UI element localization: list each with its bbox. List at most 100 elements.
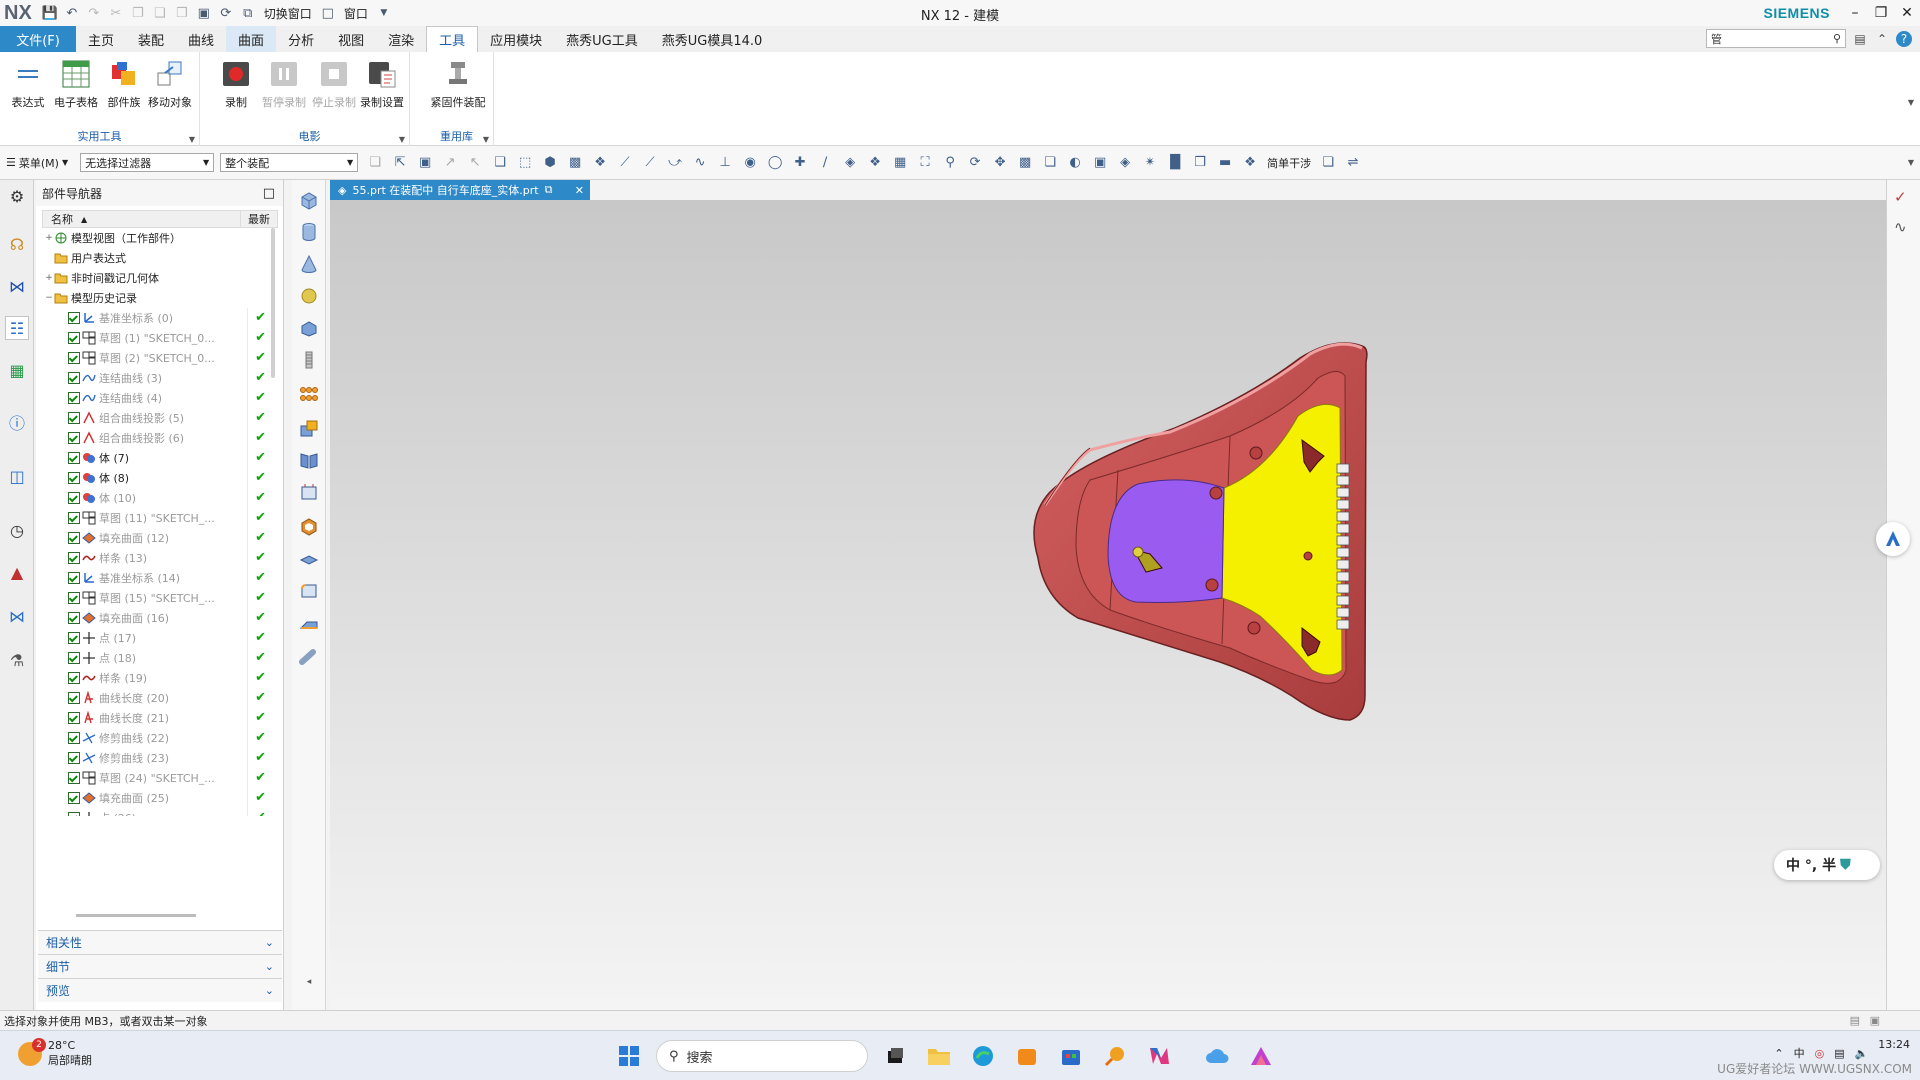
- fastener-assembly-button[interactable]: 紧固件装配: [428, 58, 488, 110]
- snap-end-icon[interactable]: ⊥: [714, 152, 736, 174]
- volume-icon[interactable]: 🔈: [1855, 1047, 1869, 1060]
- tree-node[interactable]: 组合曲线投影 (6) ✔: [42, 428, 278, 448]
- display-mode-icon[interactable]: ▣: [194, 3, 214, 23]
- ime-shirt-icon[interactable]: ⛊: [1840, 857, 1851, 873]
- hd3d-tools-icon[interactable]: ⓘ: [5, 410, 29, 434]
- visibility-checkbox[interactable]: [68, 312, 80, 324]
- ribbon-expand-icon[interactable]: ▼: [1908, 98, 1914, 107]
- wcs-icon[interactable]: ✴: [1139, 152, 1161, 174]
- pattern-feature-icon[interactable]: [297, 382, 321, 406]
- selection-scope-select[interactable]: 整个装配 ▼: [220, 153, 359, 172]
- sequence-icon[interactable]: ⇌: [1342, 152, 1364, 174]
- snap-circle-icon[interactable]: ◯: [764, 152, 786, 174]
- visibility-checkbox[interactable]: [68, 712, 80, 724]
- edge-icon[interactable]: ⟋: [639, 152, 661, 174]
- tree-node[interactable]: 曲线长度 (20) ✔: [42, 688, 278, 708]
- microsoft-store-icon[interactable]: [1056, 1041, 1086, 1071]
- tree-node[interactable]: 修剪曲线 (22) ✔: [42, 728, 278, 748]
- visibility-checkbox[interactable]: [68, 772, 80, 784]
- interference-icon[interactable]: ❖: [1239, 152, 1261, 174]
- mirror-icon[interactable]: [297, 448, 321, 472]
- ime-tray-icon[interactable]: 中: [1794, 1045, 1805, 1061]
- tree-node[interactable]: 填充曲面 (12) ✔: [42, 528, 278, 548]
- snap-grid-icon[interactable]: ❖: [589, 152, 611, 174]
- tree-node[interactable]: 体 (10) ✔: [42, 488, 278, 508]
- visibility-checkbox[interactable]: [68, 372, 80, 384]
- undock-icon[interactable]: ⧉: [545, 183, 553, 197]
- visibility-checkbox[interactable]: [68, 352, 80, 364]
- curve-icon[interactable]: ⤻: [664, 152, 686, 174]
- visibility-checkbox[interactable]: [68, 732, 80, 744]
- tree-node[interactable]: 组合曲线投影 (5) ✔: [42, 408, 278, 428]
- tree-node[interactable]: 体 (7) ✔: [42, 448, 278, 468]
- measure-icon[interactable]: █: [1164, 152, 1186, 174]
- tree-horizontal-scrollbar[interactable]: [76, 914, 196, 917]
- visibility-checkbox[interactable]: [68, 392, 80, 404]
- tree-node[interactable]: 样条 (13) ✔: [42, 548, 278, 568]
- ruler-icon[interactable]: ▬: [1214, 152, 1236, 174]
- tree-node[interactable]: 草图 (2) "SKETCH_0... ✔: [42, 348, 278, 368]
- ime-toolbar[interactable]: 中 °, 半 ⛊: [1774, 850, 1880, 880]
- switch-window-icon[interactable]: ⧉: [238, 3, 258, 23]
- snap-center-icon[interactable]: ◉: [739, 152, 761, 174]
- tree-node[interactable]: + 非时间戳记几何体: [42, 268, 278, 288]
- tab-tools[interactable]: 工具: [426, 26, 479, 52]
- visibility-checkbox[interactable]: [68, 632, 80, 644]
- main-menu-button[interactable]: ☰ 菜单(M) ▼: [6, 155, 74, 171]
- offset-face-icon[interactable]: [297, 480, 321, 504]
- line-icon[interactable]: ⟋: [614, 152, 636, 174]
- tree-node[interactable]: 修剪曲线 (23) ✔: [42, 748, 278, 768]
- cylinder-icon[interactable]: [297, 220, 321, 244]
- start-button[interactable]: [614, 1041, 644, 1071]
- edge-blend-icon[interactable]: [297, 580, 321, 604]
- tree-node[interactable]: 基准坐标系 (0) ✔: [42, 308, 278, 328]
- close-tab-icon[interactable]: ✕: [575, 184, 590, 197]
- tree-node[interactable]: 点 (18) ✔: [42, 648, 278, 668]
- visibility-checkbox[interactable]: [68, 752, 80, 764]
- tray-overflow-icon[interactable]: ⌃: [1774, 1047, 1783, 1060]
- part-family-button[interactable]: 部件族: [100, 58, 148, 110]
- visibility-checkbox[interactable]: [68, 492, 80, 504]
- assembly-icon[interactable]: ❒: [1189, 152, 1211, 174]
- chevron-down-icon[interactable]: ▼: [189, 135, 195, 144]
- extrude-icon[interactable]: [297, 316, 321, 340]
- bike-saddle-model[interactable]: X Y Z: [790, 200, 1886, 1010]
- sketch-icon[interactable]: ✓: [1894, 188, 1914, 208]
- spreadsheet-button[interactable]: 电子表格: [52, 58, 100, 110]
- tree-node[interactable]: 草图 (11) "SKETCH_... ✔: [42, 508, 278, 528]
- draft-icon[interactable]: [297, 546, 321, 570]
- expression-button[interactable]: 表达式: [4, 58, 52, 110]
- visibility-checkbox[interactable]: [68, 332, 80, 344]
- sheet-body-icon[interactable]: ▩: [564, 152, 586, 174]
- visibility-checkbox[interactable]: [68, 792, 80, 804]
- graphics-window[interactable]: X Y Z: [330, 200, 1886, 1010]
- search-icon[interactable]: ⚲: [1833, 32, 1841, 45]
- ribbon-options-icon[interactable]: ▤: [1852, 31, 1868, 47]
- part-navigator-icon[interactable]: ☷: [5, 316, 29, 340]
- orient-view-icon[interactable]: ❏: [1039, 152, 1061, 174]
- arc-app-icon[interactable]: [1246, 1041, 1276, 1071]
- expand-toggle-icon[interactable]: +: [44, 273, 54, 283]
- visibility-checkbox[interactable]: [68, 692, 80, 704]
- nx-app-icon[interactable]: [1144, 1041, 1174, 1071]
- panel-preview[interactable]: 预览 ⌄: [38, 978, 282, 1002]
- tree-node[interactable]: 草图 (1) "SKETCH_0... ✔: [42, 328, 278, 348]
- thread-icon[interactable]: [297, 348, 321, 372]
- tree-node[interactable]: 体 (8) ✔: [42, 468, 278, 488]
- constraint-navigator-icon[interactable]: ⋈: [5, 274, 29, 298]
- cut-icon[interactable]: ✂: [106, 3, 126, 23]
- zoom-icon[interactable]: ⚲: [939, 152, 961, 174]
- weather-widget[interactable]: 2 28°C 局部晴朗: [18, 1037, 92, 1068]
- block-icon[interactable]: [297, 188, 321, 212]
- visibility-checkbox[interactable]: [68, 812, 80, 816]
- show-hide-icon[interactable]: ▣: [1089, 152, 1111, 174]
- visibility-checkbox[interactable]: [68, 532, 80, 544]
- chamfer-icon[interactable]: [297, 614, 321, 638]
- task-view-icon[interactable]: [880, 1041, 910, 1071]
- pause-record-button[interactable]: 暂停录制: [260, 58, 308, 110]
- tree-node[interactable]: − 模型历史记录: [42, 288, 278, 308]
- tree-node[interactable]: 点 (26) ✔: [42, 808, 278, 816]
- window-icon[interactable]: □: [318, 3, 338, 23]
- tree-node[interactable]: 填充曲面 (16) ✔: [42, 608, 278, 628]
- snap-point-icon[interactable]: ✚: [789, 152, 811, 174]
